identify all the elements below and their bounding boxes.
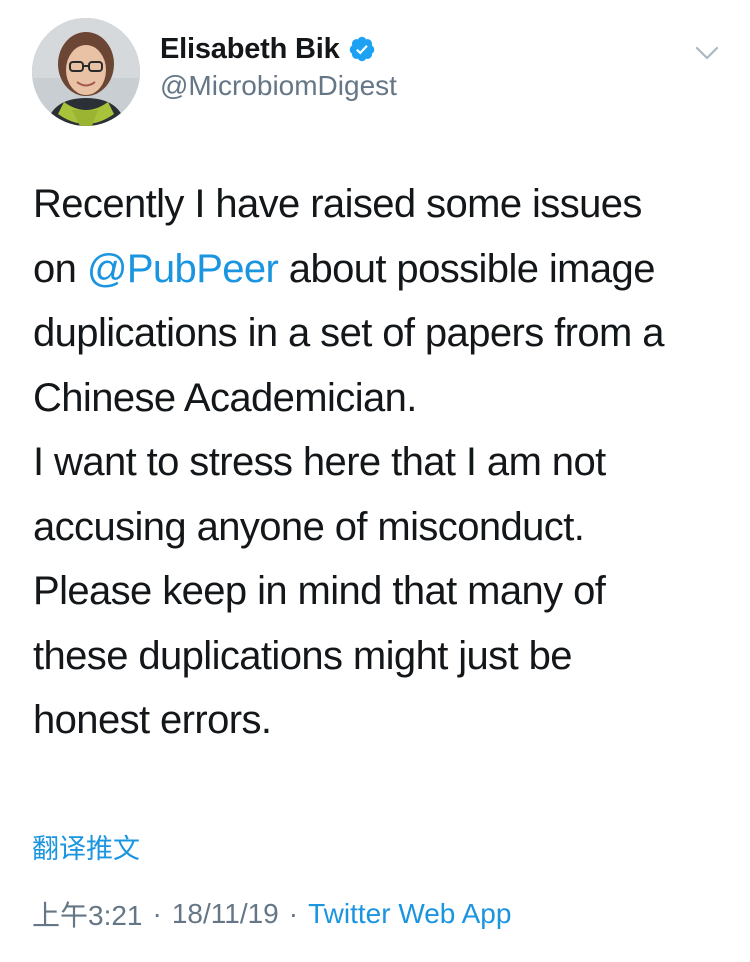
tweet-line: Recently I have raised some issues bbox=[33, 172, 733, 237]
tweet-date: 18/11/19 bbox=[171, 898, 279, 929]
tweet-metadata: 上午3:21 · 18/11/19 · Twitter Web App bbox=[32, 894, 511, 934]
tweet-line: Chinese Academician. bbox=[33, 366, 733, 431]
tweet-detail: Elisabeth Bik @MicrobiomDigest Recently … bbox=[0, 0, 750, 962]
tweet-text-segment: accusing anyone of misconduct. bbox=[33, 504, 585, 549]
tweet-line: I want to stress here that I am not bbox=[33, 430, 733, 495]
avatar[interactable] bbox=[32, 18, 140, 126]
tweet-text-segment: duplications in a set of papers from a bbox=[33, 311, 665, 355]
tweet-line: these duplications might just be bbox=[33, 624, 733, 689]
separator-dot: · bbox=[288, 898, 299, 929]
tweet-line: on @PubPeer about possible image bbox=[33, 237, 733, 302]
tweet-line: accusing anyone of misconduct. bbox=[33, 495, 733, 560]
tweet-text-segment: about possible image bbox=[278, 246, 656, 291]
tweet-text-segment: on bbox=[33, 246, 87, 291]
tweet-line: duplications in a set of papers from a bbox=[33, 301, 733, 366]
tweet-text-segment: honest errors. bbox=[33, 698, 272, 742]
tweet-source-link[interactable]: Twitter Web App bbox=[308, 898, 511, 930]
display-name[interactable]: Elisabeth Bik bbox=[160, 33, 340, 66]
tweet-text-segment: I want to stress here that I am not bbox=[33, 440, 606, 484]
avatar-photo bbox=[32, 18, 140, 126]
tweet-time: 上午3:21 bbox=[32, 900, 143, 931]
chevron-down-icon[interactable] bbox=[690, 40, 724, 66]
verified-badge-icon bbox=[348, 35, 376, 63]
mention-link-pubpeer[interactable]: @PubPeer bbox=[87, 247, 279, 291]
tweet-line: honest errors. bbox=[33, 688, 733, 753]
translate-tweet-link[interactable]: 翻译推文 bbox=[32, 827, 140, 866]
tweet-text-segment: Recently I have raised some issues bbox=[33, 182, 642, 226]
separator-dot: · bbox=[152, 898, 162, 929]
user-handle[interactable]: @MicrobiomDigest bbox=[160, 70, 397, 102]
tweet-text-segment: Please keep in mind that many of bbox=[33, 569, 606, 613]
tweet-text-segment: Chinese Academician. bbox=[33, 375, 417, 420]
tweet-text-segment: these duplications might just be bbox=[33, 633, 573, 678]
tweet-text: Recently I have raised some issues on @P… bbox=[33, 172, 733, 753]
user-name-row: Elisabeth Bik bbox=[160, 30, 376, 68]
tweet-line: Please keep in mind that many of bbox=[33, 559, 733, 624]
